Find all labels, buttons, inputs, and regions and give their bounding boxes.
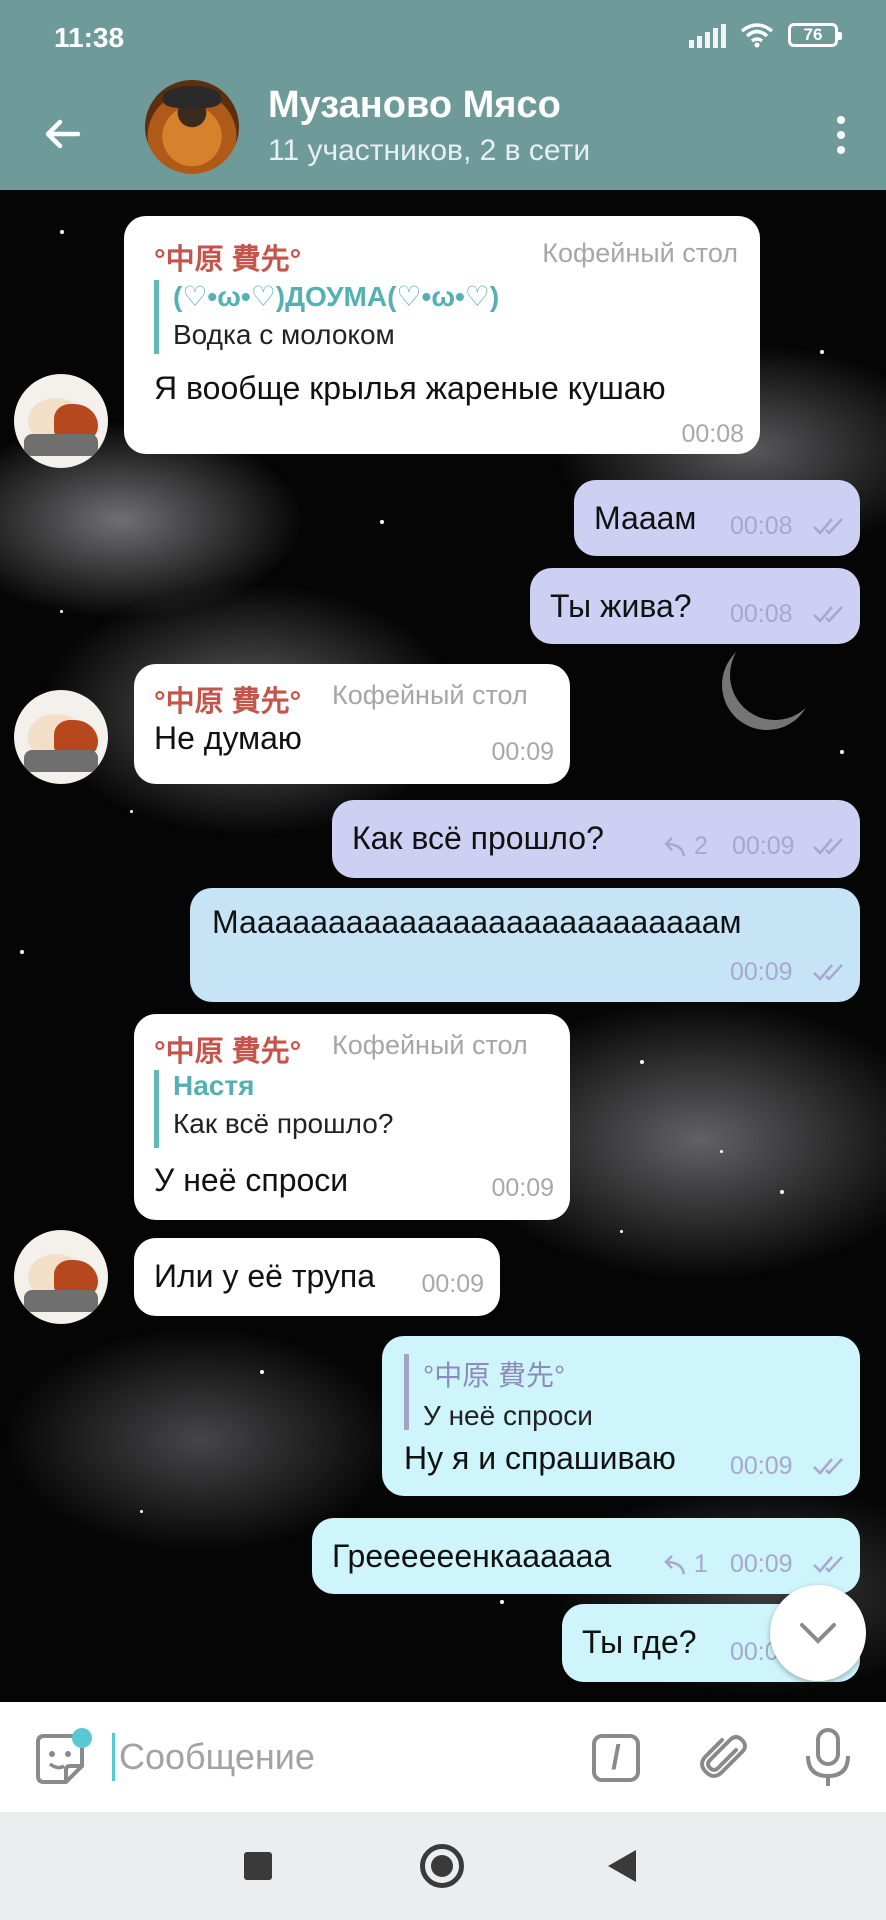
sender-name[interactable]: °中原 費先° xyxy=(154,236,301,278)
wifi-icon xyxy=(740,23,774,48)
reply-name: Настя xyxy=(173,1070,255,1101)
status-bar: 11:38 76 xyxy=(0,0,886,80)
message-text: Не думаю xyxy=(154,720,302,756)
nav-back-button[interactable] xyxy=(608,1850,636,1882)
reply-arrow-icon xyxy=(664,1554,686,1574)
status-time: 11:38 xyxy=(54,22,125,53)
message-text: Ну я и спрашиваю xyxy=(404,1440,676,1476)
sticker-notification-dot xyxy=(72,1728,92,1748)
message-time: 00:09 xyxy=(730,1452,793,1480)
message-input[interactable] xyxy=(117,1735,541,1779)
battery-icon: 76 xyxy=(788,23,842,47)
message-incoming[interactable]: °中原 費先° Кофейный стол Настя Как всё прош… xyxy=(134,1014,570,1220)
message-time: 00:08 xyxy=(681,420,744,448)
message-outgoing[interactable]: Мааам 00:08 xyxy=(574,480,860,556)
message-time: 00:09 xyxy=(491,738,554,766)
read-checks-icon xyxy=(813,1556,843,1573)
sender-name[interactable]: °中原 費先° xyxy=(154,1028,301,1070)
message-text: Мааааааааааааааааааааааааааам xyxy=(212,904,742,940)
read-checks-icon xyxy=(813,1458,843,1475)
message-outgoing[interactable]: °中原 費先° У неё спроси Ну я и спрашиваю 00… xyxy=(382,1336,860,1496)
reply-quote[interactable]: °中原 費先° У неё спроси xyxy=(404,1354,593,1431)
sender-role: Кофейный стол xyxy=(332,680,528,710)
message-time: 00:09 xyxy=(732,832,795,860)
reply-count[interactable]: 1 xyxy=(658,1550,708,1579)
reply-name: (♡•ω•♡)ДОУМА(♡•ω•♡) xyxy=(173,281,500,312)
reply-quote[interactable]: Настя Как всё прошло? xyxy=(154,1070,393,1148)
chevron-down-icon xyxy=(800,1623,836,1644)
group-avatar[interactable] xyxy=(145,80,239,174)
reply-name: °中原 費先° xyxy=(423,1360,566,1391)
message-text: Греееееенкаааааа xyxy=(332,1538,612,1574)
back-button[interactable] xyxy=(30,102,94,166)
scroll-down-button[interactable] xyxy=(770,1585,866,1681)
chat-subtitle: 11 участников, 2 в сети xyxy=(268,134,591,167)
user-avatar[interactable] xyxy=(14,374,108,468)
message-time: 00:09 xyxy=(730,1550,793,1578)
user-avatar[interactable] xyxy=(14,1230,108,1324)
status-icons: 76 xyxy=(689,22,842,48)
message-outgoing[interactable]: Ты жива? 00:08 xyxy=(530,568,860,644)
user-avatar[interactable] xyxy=(14,690,108,784)
message-time: 00:09 xyxy=(491,1174,554,1202)
back-arrow-icon xyxy=(45,119,81,149)
sender-role: Кофейный стол xyxy=(542,238,738,268)
message-text: Ты жива? xyxy=(550,588,692,624)
message-outgoing[interactable]: Мааааааааааааааааааааааааааам 00:09 xyxy=(190,888,860,1002)
message-text: У неё спроси xyxy=(154,1162,349,1198)
read-checks-icon xyxy=(813,606,843,623)
message-incoming[interactable]: Или у её трупа 00:09 xyxy=(134,1238,500,1316)
chat-title[interactable]: Музаново Мясо xyxy=(268,84,561,127)
message-text: Мааам xyxy=(594,500,697,536)
reply-text: Как всё прошло? xyxy=(173,1108,394,1139)
battery-level: 76 xyxy=(803,25,823,44)
signal-icon xyxy=(689,22,726,48)
read-checks-icon xyxy=(813,964,843,981)
chat-area[interactable]: °中原 費先° Кофейный стол (♡•ω•♡)ДОУМА(♡•ω•♡… xyxy=(0,190,886,1702)
message-time: 00:09 xyxy=(730,958,793,986)
message-input-bar: / xyxy=(0,1702,886,1812)
message-incoming[interactable]: °中原 費先° Кофейный стол Не думаю 00:09 xyxy=(134,664,570,784)
message-incoming[interactable]: °中原 費先° Кофейный стол (♡•ω•♡)ДОУМА(♡•ω•♡… xyxy=(124,216,760,454)
reply-text: Водка с молоком xyxy=(173,319,395,350)
reply-text: У неё спроси xyxy=(423,1400,593,1431)
recents-button[interactable] xyxy=(244,1852,272,1880)
message-text: Ты где? xyxy=(582,1624,697,1660)
home-button[interactable] xyxy=(420,1844,464,1888)
reply-count[interactable]: 2 xyxy=(658,832,708,861)
sender-name[interactable]: °中原 費先° xyxy=(154,678,301,720)
system-nav-bar xyxy=(0,1812,886,1920)
sender-role: Кофейный стол xyxy=(332,1030,528,1060)
more-options-button[interactable] xyxy=(816,100,866,170)
message-text: Я вообще крылья жареные кушаю xyxy=(154,370,666,406)
reply-arrow-icon xyxy=(664,836,686,856)
command-icon[interactable]: / xyxy=(592,1734,640,1782)
more-vert-icon xyxy=(837,116,845,124)
message-time: 00:09 xyxy=(421,1270,484,1298)
paperclip-icon[interactable] xyxy=(696,1730,752,1786)
message-outgoing[interactable]: Греееееенкаааааа 1 00:09 xyxy=(312,1518,860,1594)
chat-header: Музаново Мясо 11 участников, 2 в сети xyxy=(0,80,886,190)
reply-count-value: 2 xyxy=(694,832,708,860)
message-time: 00:08 xyxy=(730,512,793,540)
message-text: Как всё прошло? xyxy=(352,820,604,856)
reply-quote[interactable]: (♡•ω•♡)ДОУМА(♡•ω•♡) Водка с молоком xyxy=(154,280,499,354)
message-outgoing[interactable]: Как всё прошло? 2 00:09 xyxy=(332,800,860,878)
message-time: 00:08 xyxy=(730,600,793,628)
reply-count-value: 1 xyxy=(694,1550,708,1578)
message-input-container[interactable] xyxy=(112,1724,552,1790)
microphone-icon[interactable] xyxy=(800,1726,856,1790)
message-text: Или у её трупа xyxy=(154,1258,376,1294)
read-checks-icon xyxy=(813,838,843,855)
read-checks-icon xyxy=(813,518,843,535)
